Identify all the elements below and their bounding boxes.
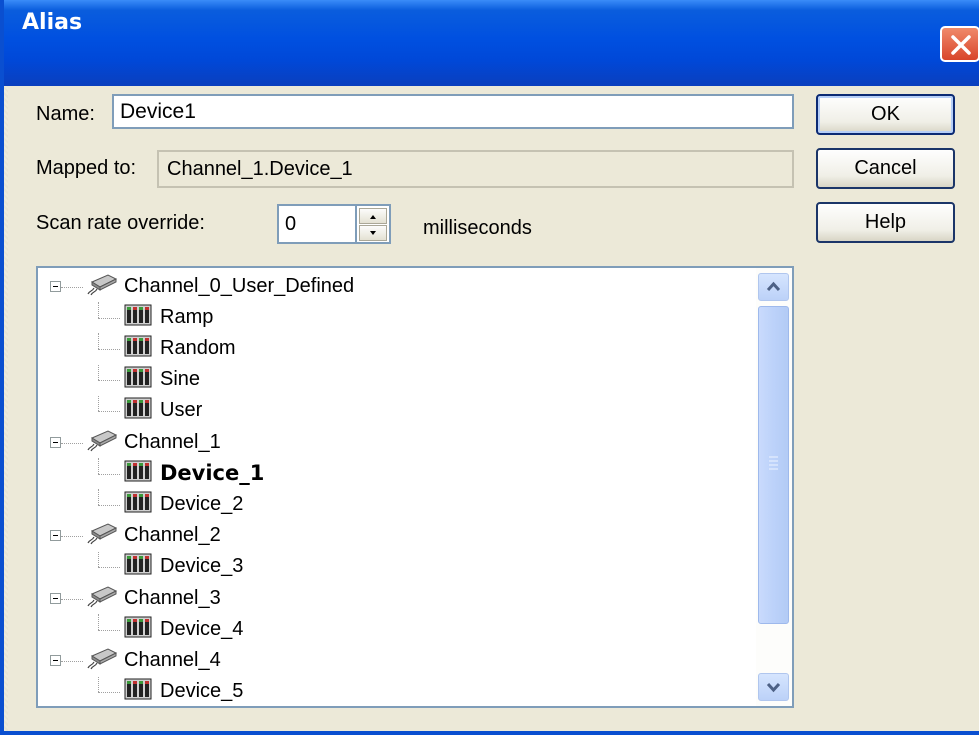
mapped-to-field: Channel_1.Device_1 [157,150,794,188]
device-icon [122,334,154,363]
tree-connector [98,676,99,693]
tree-connector [61,442,83,444]
tree-item-label: User [160,399,203,422]
help-button[interactable]: Help [816,202,955,243]
tree-connector [98,489,99,505]
device-icon [122,615,154,644]
close-button[interactable] [940,26,979,62]
tree-connector [98,567,120,569]
tree-item-label: Channel_1 [124,430,221,453]
device-icon [122,303,154,332]
tree-connector [98,629,120,631]
tree-item-label: Device_1 [160,461,265,486]
device-icon [122,396,154,425]
tree-connector [98,395,99,412]
collapse-toggle[interactable] [50,280,61,292]
collapse-toggle[interactable] [50,655,61,666]
tree-item-device[interactable]: Device_2 [122,489,243,519]
tree-item-device[interactable]: Device_5 [122,677,244,706]
tree-connector [98,317,120,319]
tree-item-label: Ramp [160,305,214,328]
ok-button[interactable]: OK [816,94,955,135]
name-input[interactable] [112,94,794,129]
scan-rate-spinner [357,204,391,244]
tree-item-channel[interactable]: Channel_2 [86,521,221,551]
tree-connector [98,349,120,350]
tree-item-label: Device_4 [160,617,244,640]
mapped-to-label: Mapped to: [36,157,137,179]
tree-connector [61,536,83,538]
tree-item-device[interactable]: Random [122,333,236,363]
tree-item-label: Random [160,336,236,359]
channel-icon [86,584,118,613]
name-label: Name: [36,103,95,125]
tree-item-label: Channel_3 [124,586,221,609]
tree-item-channel[interactable]: Channel_0_User_Defined [86,271,354,301]
window-title: Alias [22,10,83,35]
tree-item-device[interactable]: Device_1 [122,458,264,488]
tree-connector [61,286,83,288]
tree-item-label: Device_5 [160,680,244,703]
tree-connector [98,473,120,475]
channel-icon [86,521,118,550]
device-icon [122,552,154,581]
channel-device-tree[interactable]: Channel_0_User_Defined Ramp Random Sine User… [36,266,794,708]
tree-item-device[interactable]: Ramp [122,302,213,332]
collapse-toggle[interactable] [50,592,61,604]
channel-icon [86,646,118,675]
tree-item-channel[interactable]: Channel_3 [86,583,221,613]
tree-item-device[interactable]: User [122,396,202,426]
channel-icon [86,428,118,457]
tree-connector [61,661,83,662]
tree-connector [98,380,120,382]
close-icon [951,35,971,55]
tree-item-device[interactable]: Device_3 [122,552,243,582]
tree-connector [98,411,120,413]
spin-up-button[interactable] [359,208,387,224]
scroll-thumb[interactable] [758,306,789,624]
tree-item-label: Device_3 [160,555,244,578]
arrow-up-icon [370,215,376,219]
tree-item-channel[interactable]: Channel_4 [86,645,221,675]
title-bar[interactable]: Alias [4,0,979,86]
scan-rate-label: Scan rate override: [36,212,205,234]
chevron-up-icon [766,281,781,292]
grip-icon [769,456,778,470]
tree-item-label: Device_2 [160,492,244,515]
tree-connector [98,458,99,474]
device-icon [122,459,154,488]
arrow-down-icon [370,231,376,235]
vertical-scrollbar[interactable] [756,268,792,706]
cancel-button[interactable]: Cancel [816,148,955,189]
collapse-toggle[interactable] [50,436,61,448]
tree-item-channel[interactable]: Channel_1 [86,427,221,457]
tree-connector [98,302,99,318]
channel-icon [86,272,118,301]
device-icon [122,365,154,394]
tree-connector [98,692,120,694]
tree-item-label: Channel_2 [124,524,221,547]
tree-connector [98,551,99,568]
device-icon [122,677,154,706]
scroll-down-button[interactable] [758,673,789,701]
scroll-up-button[interactable] [758,273,789,301]
tree-connector [98,614,99,630]
chevron-down-icon [766,682,781,693]
spin-down-button[interactable] [359,225,387,241]
collapse-toggle[interactable] [50,530,61,542]
scan-rate-unit: milliseconds [423,217,532,239]
tree-connector [98,364,99,381]
scan-rate-input[interactable] [277,204,357,244]
tree-item-label: Channel_4 [124,648,221,671]
tree-connector [98,505,120,506]
tree-item-label: Channel_0_User_Defined [124,274,355,297]
tree-item-label: Sine [160,368,201,391]
device-icon [122,490,154,519]
tree-item-device[interactable]: Device_4 [122,614,243,644]
tree-connector [98,333,99,349]
tree-item-device[interactable]: Sine [122,365,200,395]
tree-connector [61,598,83,600]
